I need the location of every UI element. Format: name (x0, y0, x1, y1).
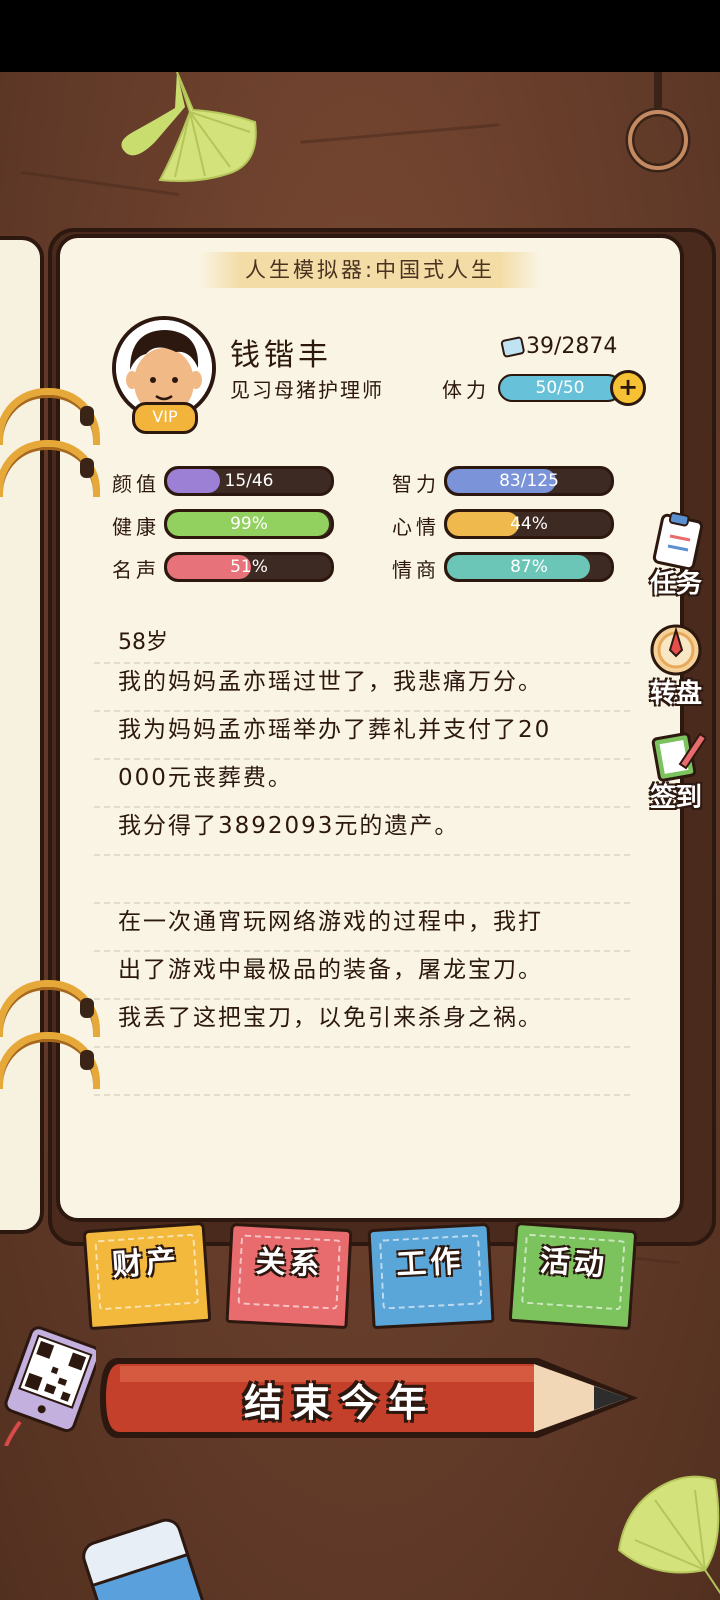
ruled-line (94, 854, 630, 856)
qr-code-tag-icon[interactable] (0, 1326, 96, 1446)
stat-value: 87% (510, 557, 548, 577)
binder-ring-end (80, 458, 94, 478)
age-label: 58岁 (118, 630, 168, 655)
log-line: 我的妈妈孟亦瑶过世了，我悲痛万分。 (118, 669, 543, 695)
ruled-line (94, 1046, 630, 1048)
stat-label: 情商 (392, 558, 440, 582)
wheel-label: 转盘 (649, 679, 702, 709)
tab-relations[interactable]: 关系 (225, 1222, 353, 1330)
stat-label: 颜值 (112, 472, 160, 496)
tab-assets[interactable]: 财产 (82, 1221, 212, 1331)
ginkgo-leaf-icon (121, 72, 257, 182)
checkin-button[interactable]: 签到 (636, 724, 716, 814)
stat-value: 51% (230, 557, 268, 577)
character-job: 见习母猪护理师 (230, 378, 384, 402)
stat-bar: 51% (164, 552, 334, 582)
ruled-line (94, 1094, 630, 1096)
binder-ring-end (80, 998, 94, 1018)
log-line: 我为妈妈孟亦瑶举办了葬礼并支付了20 (118, 717, 552, 743)
checkin-label: 签到 (649, 783, 702, 813)
log-line: 000元丧葬费。 (118, 765, 293, 791)
end-year-label: 结束今年 (243, 1381, 436, 1425)
stat-label: 名声 (112, 558, 160, 582)
hanging-ring-icon (625, 72, 691, 173)
ticket-count: 39/2874 (526, 334, 618, 359)
notebook-page: 人生模拟器:中国式人生 VIP 钱锴丰 见习母猪护理师 39/2874 体力 5… (56, 234, 684, 1222)
task-button[interactable]: 任务 (636, 510, 716, 600)
status-bar (0, 0, 720, 72)
ginkgo-leaf-icon (617, 1475, 720, 1595)
stat-bar: 83/125 (444, 466, 614, 496)
stat-value: 99% (230, 514, 268, 534)
stamina-label: 体力 (442, 378, 490, 402)
log-line: 在一次通宵玩网络游戏的过程中，我打 (118, 909, 543, 935)
stat-label: 智力 (392, 472, 440, 496)
binder-ring-end (80, 1050, 94, 1070)
stamina-bar: 50/50 (498, 374, 622, 402)
stat-value: 15/46 (224, 471, 274, 491)
ticket-icon (500, 336, 525, 358)
stat-label: 心情 (392, 515, 440, 539)
stat-bar: 44% (444, 509, 614, 539)
game-title: 人生模拟器:中国式人生 (200, 252, 540, 288)
eraser-icon (82, 1518, 205, 1600)
wheel-button[interactable]: 转盘 (636, 620, 716, 710)
stat-value: 44% (510, 514, 548, 534)
stat-bar: 99% (164, 509, 334, 539)
character-name: 钱锴丰 (230, 338, 332, 373)
log-line: 我分得了3892093元的遗产。 (118, 813, 460, 839)
stat-label: 健康 (112, 515, 160, 539)
task-label: 任务 (649, 569, 702, 599)
log-line: 我丢了这把宝刀，以免引来杀身之祸。 (118, 1005, 543, 1031)
tab-work[interactable]: 工作 (367, 1222, 495, 1330)
binder-ring-end (80, 406, 94, 426)
add-stamina-button[interactable]: + (610, 370, 646, 406)
tab-activities[interactable]: 活动 (508, 1221, 638, 1331)
stamina-value: 50/50 (535, 378, 585, 398)
vip-badge: VIP (132, 402, 198, 434)
clipboard-icon (652, 512, 704, 570)
stat-bar: 87% (444, 552, 614, 582)
stat-bar: 15/46 (164, 466, 334, 496)
stat-value: 83/125 (499, 471, 559, 491)
log-line: 出了游戏中最极品的装备，屠龙宝刀。 (118, 957, 543, 983)
